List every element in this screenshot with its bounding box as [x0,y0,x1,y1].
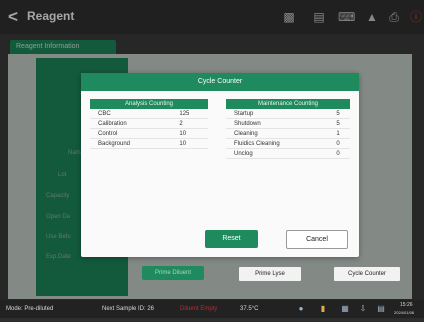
mode-status: Mode: Pre-diluted [6,306,54,312]
cycle-counter-dialog: Cycle Counter Analysis Counting CBC 125 C… [81,73,359,257]
reset-button[interactable]: Reset [205,230,258,248]
table-row: Shutdown 5 [226,118,350,129]
cycle-counter-button[interactable]: Cycle Counter [333,266,401,282]
clock-date: 2024/01/08 [394,310,415,315]
analyzer-icon[interactable]: ▮ [318,304,328,314]
maintenance-counting-header: Maintenance Counting [226,99,350,109]
table-row: Unclog 0 [226,148,350,159]
table-row: Background 10 [90,138,208,149]
download-icon[interactable]: ⇩ [358,304,368,314]
cancel-button[interactable]: Cancel [286,230,348,249]
diluent-alarm[interactable]: Diluent Empty [180,300,217,318]
prime-lyse-button[interactable]: Prime Lyse [238,266,302,282]
table-row: Cleaning 1 [226,128,350,139]
status-bar: Mode: Pre-diluted Next Sample ID: 26 Dil… [0,300,424,318]
table-row: Startup 5 [226,109,350,119]
prime-diluent-button[interactable]: Prime Diluent [142,266,204,280]
storage-icon[interactable]: ▦ [340,304,350,314]
analysis-counting-header: Analysis Counting [90,99,208,109]
user-icon[interactable]: ● [296,304,306,314]
table-row: Fluidics Cleaning 0 [226,138,350,149]
maintenance-counting-table: Maintenance Counting Startup 5 Shutdown 5 … [226,99,350,159]
table-row: Calibration 2 [90,118,208,129]
next-sample-id: Next Sample ID: 26 [102,306,155,312]
temperature-readout: 37.5°C [240,306,259,312]
analysis-counting-table: Analysis Counting CBC 125 Calibration 2 Co… [90,99,208,149]
table-row: CBC 125 [90,109,208,119]
table-row: Control 10 [90,128,208,139]
network-icon[interactable]: ▤ [376,304,386,314]
dialog-title: Cycle Counter [81,73,359,91]
